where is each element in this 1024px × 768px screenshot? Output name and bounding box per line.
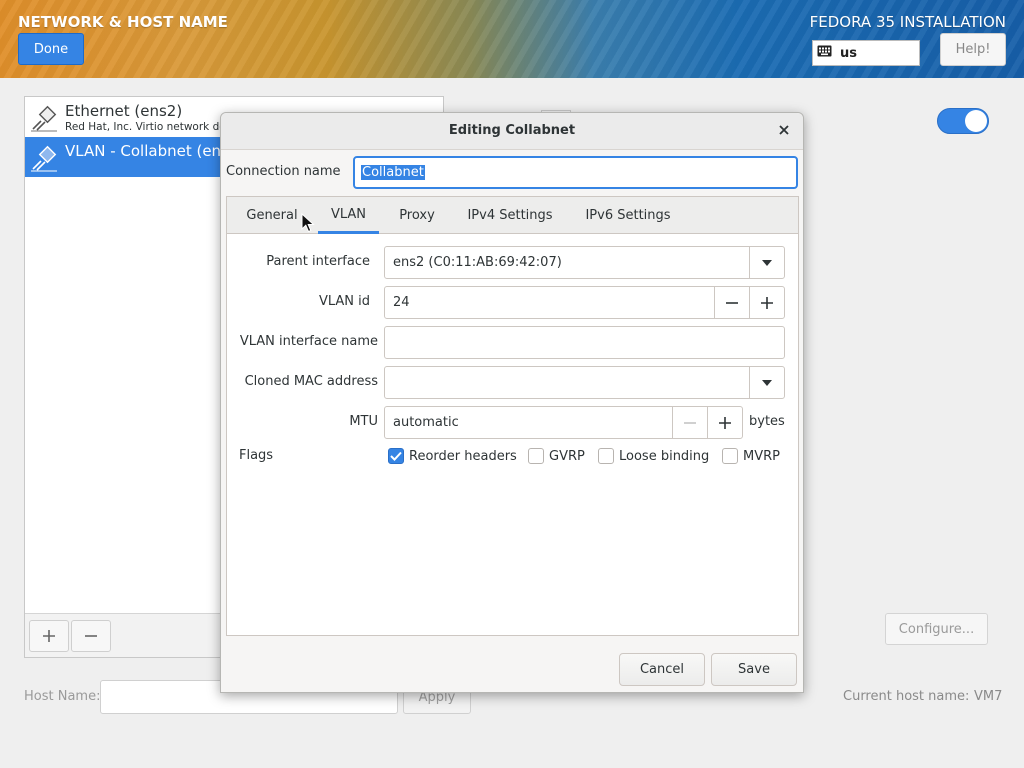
tab-vlan[interactable]: VLAN <box>318 197 379 234</box>
checkbox-label: Loose binding <box>619 448 710 464</box>
parent-interface-dropdown[interactable]: ens2 (C0:11:AB:69:42:07) <box>384 246 785 279</box>
vlan-id-label: VLAN id <box>318 294 370 309</box>
toggle-knob <box>965 110 987 132</box>
settings-notebook: General VLAN Proxy IPv4 Settings IPv6 Se… <box>226 196 799 636</box>
checkbox-box <box>598 448 614 464</box>
cancel-button[interactable]: Cancel <box>619 653 705 686</box>
keyboard-layout-indicator[interactable]: us <box>812 40 920 66</box>
current-host-name-value: VM7 <box>974 689 1003 704</box>
add-device-button[interactable] <box>29 620 69 652</box>
vlan-interface-name-label: VLAN interface name <box>239 334 378 349</box>
flag-reorder-headers-checkbox[interactable]: Reorder headers <box>388 448 517 464</box>
plus-icon <box>719 416 731 429</box>
host-name-label: Host Name: <box>24 689 101 704</box>
plus-icon <box>43 630 55 642</box>
connection-name-input[interactable]: Collabnet <box>353 156 798 189</box>
plus-icon <box>761 296 773 309</box>
network-wired-icon <box>29 103 59 137</box>
spoke-title: NETWORK & HOST NAME <box>18 13 228 31</box>
remove-device-button[interactable] <box>71 620 111 652</box>
tab-general[interactable]: General <box>236 197 308 234</box>
tab-ipv6-settings[interactable]: IPv6 Settings <box>575 197 681 234</box>
device-name: VLAN - Collabnet (ens2) <box>65 142 245 160</box>
device-name: Ethernet (ens2) <box>65 102 183 120</box>
dropdown-button[interactable] <box>749 367 784 398</box>
minus-icon <box>684 421 696 424</box>
mouse-cursor-icon <box>301 213 315 233</box>
header-texture <box>0 0 1024 78</box>
chevron-down-icon <box>762 379 772 386</box>
connection-name-label: Connection name <box>226 164 341 179</box>
checkmark-icon <box>390 451 402 461</box>
chevron-down-icon <box>762 259 772 266</box>
flag-gvrp-checkbox[interactable]: GVRP <box>528 448 585 464</box>
checkbox-box <box>722 448 738 464</box>
checkbox-label: Reorder headers <box>409 448 517 464</box>
configure-button[interactable]: Configure... <box>885 613 988 645</box>
current-host-name-label: Current host name: <box>843 689 970 704</box>
parent-interface-label: Parent interface <box>266 254 370 269</box>
editing-connection-dialog: Editing Collabnet Connection name Collab… <box>220 112 804 693</box>
mtu-spinner[interactable]: automatic <box>384 406 743 439</box>
close-button[interactable] <box>775 121 793 139</box>
network-wired-icon <box>29 143 59 177</box>
device-enable-toggle[interactable] <box>937 108 989 134</box>
vlan-interface-name-input[interactable] <box>384 326 785 359</box>
mtu-unit-label: bytes <box>749 414 785 429</box>
save-button[interactable]: Save <box>711 653 797 686</box>
dropdown-button[interactable] <box>749 247 784 278</box>
vlan-id-increment-button[interactable] <box>749 287 784 318</box>
parent-interface-value: ens2 (C0:11:AB:69:42:07) <box>393 255 562 270</box>
mtu-increment-button[interactable] <box>707 407 742 438</box>
flag-loose-binding-checkbox[interactable]: Loose binding <box>598 448 709 464</box>
connection-name-value: Collabnet <box>361 165 425 180</box>
minus-icon <box>726 301 738 304</box>
vlan-id-spinner[interactable]: 24 <box>384 286 785 319</box>
checkbox-box <box>388 448 404 464</box>
dialog-titlebar: Editing Collabnet <box>221 113 803 150</box>
tab-ipv4-settings[interactable]: IPv4 Settings <box>457 197 563 234</box>
cloned-mac-address-label: Cloned MAC address <box>244 374 378 389</box>
checkbox-label: MVRP <box>743 448 780 464</box>
product-title: FEDORA 35 INSTALLATION <box>809 13 1006 31</box>
spoke-header: NETWORK & HOST NAME Done FEDORA 35 INSTA… <box>0 0 1024 78</box>
vlan-id-value: 24 <box>393 295 410 310</box>
help-button[interactable]: Help! <box>940 33 1006 66</box>
tab-proxy[interactable]: Proxy <box>389 197 445 234</box>
vlan-id-decrement-button[interactable] <box>714 287 749 318</box>
mtu-decrement-button[interactable] <box>672 407 707 438</box>
dialog-title: Editing Collabnet <box>448 123 576 138</box>
flag-mvrp-checkbox[interactable]: MVRP <box>722 448 780 464</box>
minus-icon <box>85 635 97 637</box>
flags-label: Flags <box>239 448 274 463</box>
done-button[interactable]: Done <box>18 33 84 65</box>
mtu-value: automatic <box>393 415 459 430</box>
checkbox-box <box>528 448 544 464</box>
checkbox-label: GVRP <box>549 448 585 464</box>
keyboard-icon <box>817 45 832 61</box>
keyboard-layout-label: us <box>840 45 857 61</box>
cloned-mac-address-combo[interactable] <box>384 366 785 399</box>
close-icon <box>779 125 789 135</box>
mtu-label: MTU <box>349 414 378 429</box>
